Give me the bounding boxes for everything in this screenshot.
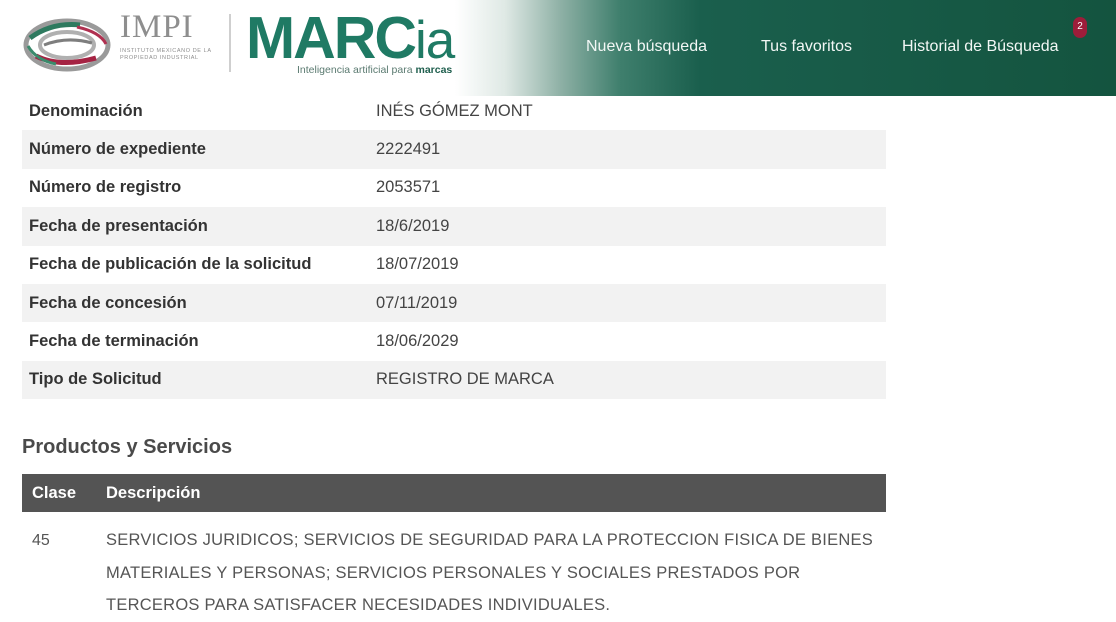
detail-row-tipo-solicitud: Tipo de Solicitud REGISTRO DE MARCA: [22, 360, 886, 400]
brand-suffix: ia: [414, 11, 455, 70]
detail-value: INÉS GÓMEZ MONT: [376, 101, 533, 120]
detail-row-denominacion: Denominación INÉS GÓMEZ MONT: [22, 92, 886, 130]
detail-value: 2053571: [376, 178, 441, 197]
column-header-clase: Clase: [32, 483, 77, 502]
brand-tagline-bold: marcas: [415, 64, 453, 76]
column-header-descripcion: Descripción: [106, 483, 201, 502]
marcia-logo: MARCia: [246, 6, 455, 70]
detail-value: 18/07/2019: [376, 255, 459, 274]
detail-row-expediente: Número de expediente 2222491: [22, 130, 886, 169]
detail-value: 18/6/2019: [376, 216, 450, 235]
detail-row-registro: Número de registro 2053571: [22, 169, 886, 207]
class-number: 45: [32, 532, 50, 549]
brand-tagline-prefix: Inteligencia artificial para: [297, 64, 416, 76]
nav-favorites[interactable]: Tus favoritos: [761, 38, 852, 56]
table-row: 45 SERVICIOS JURIDICOS; SERVICIOS DE SEG…: [22, 524, 886, 622]
detail-value: 07/11/2019: [376, 293, 458, 312]
class-description: SERVICIOS JURIDICOS; SERVICIOS DE SEGURI…: [106, 531, 874, 614]
detail-label: Número de expediente: [29, 140, 206, 159]
nav-new-search[interactable]: Nueva búsqueda: [586, 38, 707, 56]
detail-label: Fecha de publicación de la solicitud: [29, 255, 312, 274]
detail-row-concesion: Fecha de concesión 07/11/2019: [22, 283, 886, 323]
detail-label: Número de registro: [29, 178, 182, 197]
top-header: IMPI INSTITUTO MEXICANO DE LA PROPIEDAD …: [0, 0, 1116, 96]
brand-main: MARC: [246, 5, 417, 71]
detail-row-presentacion: Fecha de presentación 18/6/2019: [22, 207, 886, 246]
detail-row-terminacion: Fecha de terminación 18/06/2029: [22, 322, 886, 360]
brand-tagline: Inteligencia artificial para marcas: [297, 64, 452, 76]
detail-label: Tipo de Solicitud: [29, 370, 162, 389]
nav-search-history[interactable]: Historial de Búsqueda: [902, 38, 1059, 56]
detail-label: Fecha de terminación: [29, 332, 199, 351]
detail-value: 2222491: [376, 140, 441, 159]
impi-wordmark: IMPI INSTITUTO MEXICANO DE LA PROPIEDAD …: [120, 10, 220, 61]
logo-divider: [229, 14, 231, 72]
impi-logo-icon: [23, 18, 111, 72]
detail-row-publicacion: Fecha de publicación de la solicitud 18/…: [22, 246, 886, 284]
products-table-header: Clase Descripción: [22, 474, 886, 512]
detail-label: Denominación: [29, 101, 143, 120]
detail-label: Fecha de concesión: [29, 293, 187, 312]
detail-label: Fecha de presentación: [29, 216, 208, 235]
products-section-title: Productos y Servicios: [22, 436, 233, 458]
impi-title: IMPI: [120, 9, 194, 45]
impi-subtitle: INSTITUTO MEXICANO DE LA PROPIEDAD INDUS…: [120, 48, 212, 61]
history-count-badge: 2: [1073, 17, 1087, 38]
trademark-details-table: Denominación INÉS GÓMEZ MONT Número de e…: [22, 92, 886, 400]
detail-value: 18/06/2029: [376, 332, 459, 351]
detail-value: REGISTRO DE MARCA: [376, 370, 554, 389]
